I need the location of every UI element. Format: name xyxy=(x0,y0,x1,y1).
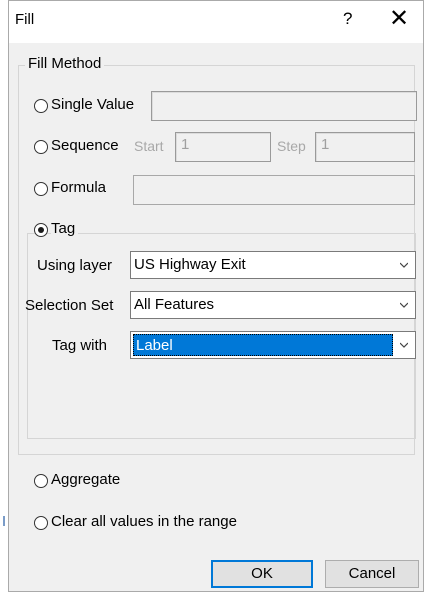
fill-dialog: Fill ? ✕ Fill Method Single Value Sequen… xyxy=(8,0,424,592)
single-value-input[interactable] xyxy=(151,91,417,121)
help-icon[interactable]: ? xyxy=(343,9,352,29)
tag-radio[interactable] xyxy=(34,223,48,237)
sequence-start-label: Start xyxy=(134,138,164,154)
tag-with-selection-highlight: Label xyxy=(133,334,393,356)
ok-button[interactable]: OK xyxy=(211,560,313,588)
chevron-down-icon xyxy=(400,302,408,308)
clear-values-label[interactable]: Clear all values in the range xyxy=(51,513,237,530)
aggregate-label[interactable]: Aggregate xyxy=(51,471,120,488)
formula-radio[interactable] xyxy=(34,182,48,196)
fill-method-legend: Fill Method xyxy=(25,55,105,72)
sequence-step-label: Step xyxy=(277,138,306,154)
using-layer-value: US Highway Exit xyxy=(134,256,246,273)
sequence-radio[interactable] xyxy=(34,140,48,154)
using-layer-label: Using layer xyxy=(37,257,113,274)
sequence-start-input[interactable]: 1 xyxy=(175,132,271,162)
sequence-label[interactable]: Sequence xyxy=(51,137,119,154)
cancel-button[interactable]: Cancel xyxy=(325,560,419,588)
tag-label[interactable]: Tag xyxy=(51,220,79,237)
title-bar: Fill ? ✕ xyxy=(9,1,423,43)
single-value-radio[interactable] xyxy=(34,99,48,113)
formula-label[interactable]: Formula xyxy=(51,179,106,196)
selection-set-dropdown[interactable]: All Features xyxy=(130,291,416,319)
formula-input[interactable] xyxy=(133,175,415,205)
tag-with-dropdown[interactable]: Label xyxy=(130,331,416,359)
background-edge-mark xyxy=(3,516,5,526)
sequence-step-input[interactable]: 1 xyxy=(315,132,415,162)
tag-with-value: Label xyxy=(136,337,173,354)
chevron-down-icon xyxy=(400,342,408,348)
single-value-label[interactable]: Single Value xyxy=(51,96,134,113)
aggregate-radio[interactable] xyxy=(34,474,48,488)
selection-set-value: All Features xyxy=(134,296,215,313)
using-layer-dropdown[interactable]: US Highway Exit xyxy=(130,251,416,279)
close-icon[interactable]: ✕ xyxy=(389,4,409,33)
tag-with-label: Tag with xyxy=(52,337,108,354)
selection-set-label: Selection Set xyxy=(25,297,114,314)
clear-values-radio[interactable] xyxy=(34,516,48,530)
chevron-down-icon xyxy=(400,262,408,268)
dialog-title: Fill xyxy=(15,11,35,28)
